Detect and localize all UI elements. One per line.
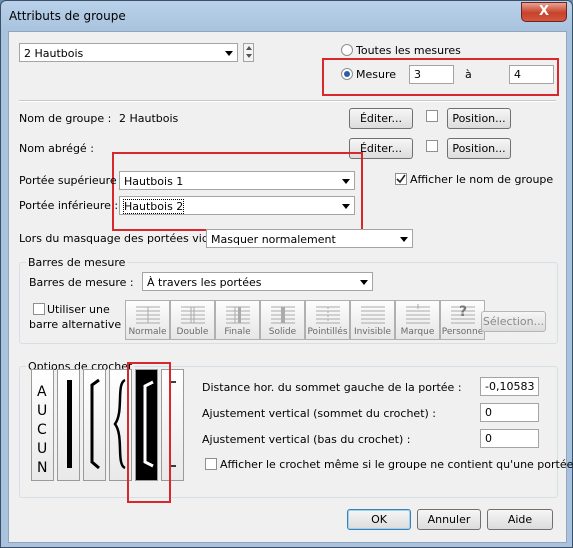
barline-invisible-label: Invisible [353,327,392,337]
cancel-button[interactable]: Annuler [417,509,481,530]
all-measures-radio[interactable] [341,44,353,56]
instrument-select-value: 2 Hautbois [24,47,84,60]
measure-to-input[interactable]: 4 [509,65,554,84]
measure-label: Mesure [356,68,397,81]
short-name-position-checkbox[interactable] [426,140,438,152]
short-name-position-button[interactable]: Position... [447,138,511,159]
lower-staff-label: Portée inférieure : [19,199,119,212]
group-name-value: 2 Hautbois [119,112,179,125]
ok-button[interactable]: OK [347,509,411,530]
bracket-none-letter: N [37,460,48,476]
group-name-edit-button[interactable]: Éditer... [349,108,413,129]
highlight-bracket [127,362,171,503]
bracket-none-letter: U [37,403,48,419]
barline-normal-label: Normale [128,327,167,337]
hide-empty-select[interactable]: Masquer normalement [206,229,413,248]
title-bar[interactable]: Attributs de groupe X [1,1,572,31]
spin-up-icon[interactable] [246,46,252,50]
chevron-down-icon [342,179,350,184]
dialog-body: 2 Hautbois Toutes les mesures Mesure 3 à… [8,31,573,543]
measure-radio[interactable] [341,68,353,80]
vertical-bottom-label: Ajustement vertical (bas du crochet) : [202,433,411,446]
help-button[interactable]: Aide [487,509,553,530]
horizontal-distance-label: Distance hor. du sommet gauche de la por… [202,381,462,394]
bracket-none-letter: U [37,441,48,457]
upper-staff-value: Hautbois 1 [124,175,184,188]
upper-staff-label: Portée supérieure [19,174,117,187]
barline-selection-button[interactable]: Sélection... [481,311,546,332]
group-name-position-button[interactable]: Position... [447,108,511,129]
barline-invisible-icon [361,306,385,324]
instrument-spinner[interactable] [243,43,254,62]
all-measures-label: Toutes les mesures [356,44,461,57]
chevron-down-icon [225,51,233,56]
barline-dotted-button[interactable]: Pointillés [305,300,350,340]
bracket-none-letter: C [37,422,47,438]
group-name-label: Nom de groupe : [19,112,112,125]
barline-solid-button[interactable]: Solide [260,300,305,340]
barline-final-label: Finale [224,327,251,337]
hide-empty-label: Lors du masquage des portées vides : [19,232,229,245]
bracket-thick-button[interactable] [57,369,80,481]
checkmark-icon [396,174,406,184]
barlines-select[interactable]: À travers les portées [142,272,373,291]
bracket-square-button[interactable] [83,369,106,481]
barline-normal-button[interactable]: Normale [125,300,170,340]
barline-double-icon [181,306,205,324]
barline-double-button[interactable]: Double [170,300,215,340]
instrument-select[interactable]: 2 Hautbois [19,43,238,62]
barline-tick-button[interactable]: Marque [395,300,440,340]
divider [19,100,556,102]
chevron-down-icon [400,237,408,242]
bracket-none-letter: A [37,384,47,400]
vertical-top-input[interactable]: 0 [480,403,539,422]
show-group-name-label: Afficher le nom de groupe [410,173,554,186]
chevron-down-icon [342,204,350,209]
group-name-position-checkbox[interactable] [426,110,438,122]
barlines-label: Barres de mesure : [29,276,134,289]
barline-custom-label: Personne [441,327,484,337]
measure-from-input[interactable]: 3 [409,65,454,84]
alternate-barline-label-1: Utiliser une [47,303,110,316]
barline-tick-icon [406,304,430,324]
vertical-bottom-input[interactable]: 0 [480,429,539,448]
close-icon: X [538,4,550,19]
horizontal-distance-input[interactable]: -0,10583 [480,377,539,396]
hide-empty-value: Masquer normalement [211,233,336,246]
barline-solid-icon [271,306,295,324]
question-mark-icon: ? [459,304,468,320]
highlight-staves [112,152,363,231]
alternate-barline-checkbox[interactable] [33,303,45,315]
barlines-group-title: Barres de mesure [26,256,128,269]
barline-invisible-button[interactable]: Invisible [350,300,395,340]
single-staff-bracket-checkbox[interactable] [205,458,217,470]
show-group-name-checkbox[interactable] [395,173,407,185]
barline-final-icon [226,306,250,324]
barlines-select-value: À travers les portées [147,276,262,289]
spin-down-icon[interactable] [246,54,252,58]
bracket-square-icon [90,378,100,470]
barline-final-button[interactable]: Finale [215,300,260,340]
lower-staff-value: Hautbois 2 [122,199,185,214]
barline-custom-button[interactable]: ? Personne [440,300,485,340]
measure-to-label: à [465,68,472,81]
barline-solid-label: Solide [268,327,297,337]
barline-dotted-icon [316,306,340,324]
dialog-window: Attributs de groupe X 2 Hautbois Toutes … [0,0,573,548]
barline-normal-icon [136,306,160,324]
bracket-thick-icon [67,380,72,468]
vertical-top-label: Ajustement vertical (sommet du crochet) … [202,407,437,420]
chevron-down-icon [360,280,368,285]
single-staff-bracket-label: Afficher le crochet même si le groupe ne… [220,458,573,471]
barline-double-label: Double [176,327,209,337]
lower-staff-select[interactable]: Hautbois 2 [119,196,355,215]
barline-tick-label: Marque [400,327,435,337]
barline-dotted-label: Pointillés [307,327,348,337]
upper-staff-select[interactable]: Hautbois 1 [119,171,355,190]
bracket-none-button[interactable]: A U C U N [31,369,54,481]
close-button[interactable]: X [521,2,567,22]
short-name-label: Nom abrégé : [19,142,94,155]
window-title: Attributs de groupe [9,9,126,23]
alternate-barline-label-2: barre alternative [29,318,122,331]
